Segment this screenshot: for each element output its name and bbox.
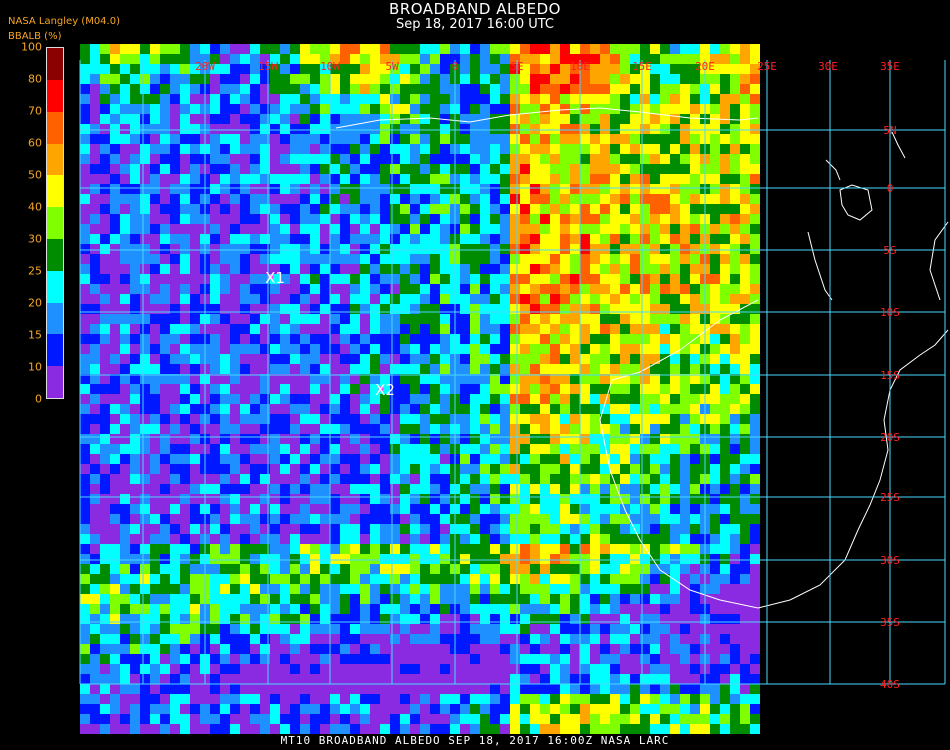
longitude-label: 5E — [510, 60, 523, 73]
longitude-label: 20E — [695, 60, 715, 73]
longitude-label: 20W — [195, 60, 215, 73]
latitude-label: 5S — [883, 244, 896, 257]
latitude-label: 15S — [880, 369, 900, 382]
longitude-label: 15W — [258, 60, 278, 73]
longitude-label: 10E — [570, 60, 590, 73]
longitude-label: 10W — [320, 60, 340, 73]
marker-label: X2 — [375, 381, 395, 399]
latitude-label: 30S — [880, 554, 900, 567]
longitude-label: 15E — [632, 60, 652, 73]
latitude-label: 40S — [880, 678, 900, 691]
longitude-label: 30E — [818, 60, 838, 73]
latitude-label: 35S — [880, 616, 900, 629]
latitude-label: 0 — [887, 182, 894, 195]
marker-label: X1 — [265, 269, 285, 287]
latitude-label: 20S — [880, 431, 900, 444]
albedo-map: 20W 15W 10W 5W 0 5E 10E 15E 20E 25E 30E 35E 5N 0 5S 10S… — [79, 44, 949, 734]
latitude-label: 25S — [880, 491, 900, 504]
latitude-label: 5N — [883, 124, 896, 137]
longitude-label: 0 — [452, 60, 459, 73]
longitude-label: 25E — [757, 60, 777, 73]
longitude-label: 35E — [880, 60, 900, 73]
latitude-label: 10S — [880, 306, 900, 319]
footer-caption: MT10 BROADBAND ALBEDO SEP 18, 2017 16:00… — [280, 734, 670, 747]
longitude-label: 5W — [385, 60, 399, 73]
